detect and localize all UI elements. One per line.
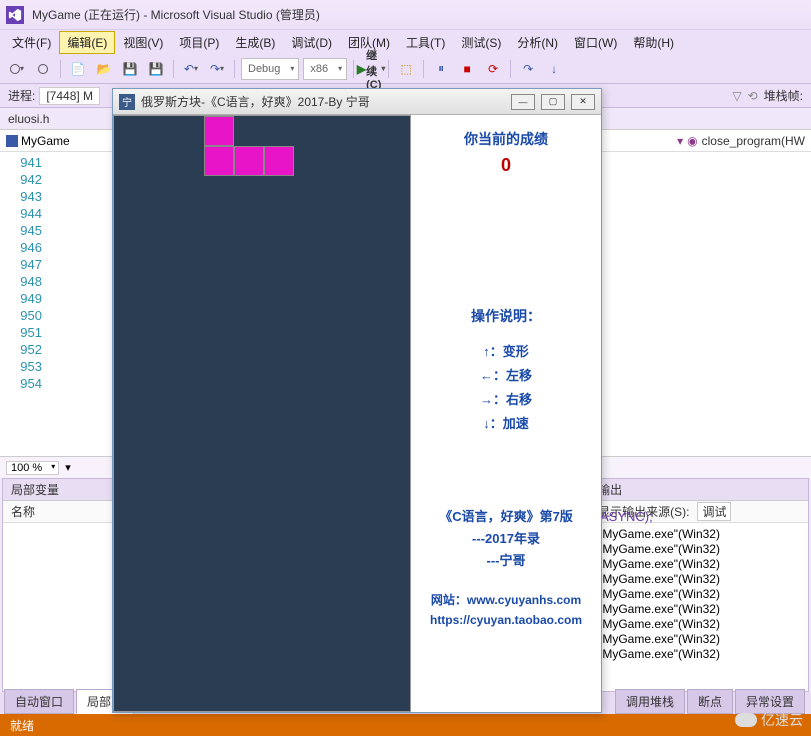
menu-file[interactable]: 文件(F) (4, 31, 59, 54)
nav-back-button[interactable]: ▾ (6, 58, 28, 80)
undo-button[interactable]: ↶▾ (180, 58, 202, 80)
minimize-button[interactable]: — (511, 94, 535, 110)
continue-label: 继续(C) (366, 47, 381, 91)
config-dropdown[interactable]: Debug (241, 58, 299, 80)
site-url-1: www.cyuyanhs.com (467, 593, 581, 607)
project-icon (6, 135, 18, 147)
watermark: 亿速云 (735, 710, 803, 730)
game-titlebar[interactable]: 宁 俄罗斯方块-《C语言，好爽》2017-By 宁哥 — ▢ ✕ (113, 89, 601, 115)
ops-title: 操作说明： (421, 306, 591, 326)
symbol-icon: ◉ (687, 134, 697, 148)
op-down: ↓：加速 (421, 412, 591, 436)
game-icon: 宁 (119, 94, 135, 110)
menu-tools[interactable]: 工具(T) (398, 31, 453, 54)
tetris-block (264, 146, 294, 176)
stackframe-label: 堆栈帧: (764, 87, 803, 104)
tetris-block (204, 146, 234, 176)
process-label: 进程: (8, 87, 35, 104)
continue-button[interactable]: ▶ 继续(C) ▾ (360, 58, 382, 80)
project-name: MyGame (21, 134, 70, 148)
output-source-dropdown[interactable]: 调试 (697, 502, 731, 521)
step-over-button[interactable]: ↷ (517, 58, 539, 80)
stop-button[interactable]: ■ (456, 58, 478, 80)
save-all-button[interactable]: 💾 (145, 58, 167, 80)
tetris-play-area[interactable] (113, 115, 411, 712)
process-dropdown[interactable]: [7448] M (39, 87, 100, 105)
toolbar-sep (353, 60, 354, 78)
tab-callstack[interactable]: 调用堆栈 (615, 689, 685, 714)
book-title: 《C语言，好爽》第7版 (421, 506, 591, 528)
step-into-button[interactable]: ↓ (543, 58, 565, 80)
output-body[interactable]: "MyGame.exe"(Win32) "MyGame.exe"(Win32) … (590, 523, 808, 691)
output-panel-header: 输出 (590, 479, 808, 501)
menu-help[interactable]: 帮助(H) (625, 31, 682, 54)
toolbar-sep (234, 60, 235, 78)
project-scope-dropdown[interactable]: MyGame (6, 134, 70, 148)
line-number-gutter: 941942943 944945946 947948949 950951952 … (0, 152, 48, 456)
menu-window[interactable]: 窗口(W) (566, 31, 625, 54)
nav-fwd-button[interactable] (32, 58, 54, 80)
tab-auto[interactable]: 自动窗口 (4, 689, 74, 714)
restart-button[interactable]: ⟳ (482, 58, 504, 80)
vs-logo-icon (6, 6, 24, 24)
zoom-dropdown[interactable]: 100 % (6, 461, 59, 475)
window-titlebar: MyGame (正在运行) - Microsoft Visual Studio … (0, 0, 811, 30)
toolbar-sep (388, 60, 389, 78)
site-url-2: https://cyuyan.taobao.com (421, 610, 591, 630)
tetris-block (204, 116, 234, 146)
status-text: 就绪 (10, 717, 34, 734)
op-up: ↑：变形 (421, 340, 591, 364)
menu-debug[interactable]: 调试(D) (283, 31, 340, 54)
locals-title: 局部变量 (11, 481, 59, 498)
menu-test[interactable]: 测试(S) (453, 31, 509, 54)
site-label: 网站： (431, 593, 467, 607)
refresh-icon[interactable]: ⟲ (748, 89, 758, 103)
platform-dropdown[interactable]: x86 (303, 58, 347, 80)
window-title: MyGame (正在运行) - Microsoft Visual Studio … (32, 6, 320, 23)
menu-view[interactable]: 视图(V) (115, 31, 171, 54)
menu-project[interactable]: 项目(P) (171, 31, 227, 54)
cloud-icon (735, 713, 757, 727)
op-right: →：右移 (421, 388, 591, 412)
score-label: 你当前的成绩 (421, 129, 591, 149)
debug-tool-1[interactable]: ⬚ (395, 58, 417, 80)
watermark-text: 亿速云 (761, 710, 803, 730)
maximize-button[interactable]: ▢ (541, 94, 565, 110)
redo-button[interactable]: ↷▾ (206, 58, 228, 80)
close-button[interactable]: ✕ (571, 94, 595, 110)
pause-button[interactable]: ⏸ (430, 58, 452, 80)
circle-fwd-icon (38, 64, 48, 74)
game-body: 你当前的成绩 0 操作说明： ↑：变形 ←：左移 →：右移 ↓：加速 《C语言，… (113, 115, 601, 712)
book-author: ---宁哥 (421, 550, 591, 572)
new-project-button[interactable]: 📄 (67, 58, 89, 80)
menu-bar: 文件(F) 编辑(E) 视图(V) 项目(P) 生成(B) 调试(D) 团队(M… (0, 30, 811, 54)
status-bar: 就绪 (0, 714, 811, 736)
zoom-slider-icon[interactable]: ▾ (65, 461, 71, 474)
score-value: 0 (421, 155, 591, 176)
tetris-block (234, 146, 264, 176)
col-name[interactable]: 名称 (11, 503, 35, 520)
toolbar: ▾ 📄 📂 💾 💾 ↶▾ ↷▾ Debug x86 ▶ 继续(C) ▾ ⬚ ⏸ … (0, 54, 811, 84)
menu-edit[interactable]: 编辑(E) (59, 31, 115, 54)
toolbar-sep (60, 60, 61, 78)
ops-list: ↑：变形 ←：左移 →：右移 ↓：加速 (421, 340, 591, 436)
symbol-dropdown[interactable]: close_program(HW (702, 134, 805, 148)
toolbar-sep (173, 60, 174, 78)
open-button[interactable]: 📂 (93, 58, 115, 80)
circle-back-icon (10, 64, 20, 74)
save-button[interactable]: 💾 (119, 58, 141, 80)
book-info: 《C语言，好爽》第7版 ---2017年录 ---宁哥 (421, 506, 591, 572)
game-window: 宁 俄罗斯方块-《C语言，好爽》2017-By 宁哥 — ▢ ✕ 你当前的成绩 … (112, 88, 602, 713)
game-title: 俄罗斯方块-《C语言，好爽》2017-By 宁哥 (141, 93, 370, 110)
game-info-area: 你当前的成绩 0 操作说明： ↑：变形 ←：左移 →：右移 ↓：加速 《C语言，… (411, 115, 601, 712)
book-year: ---2017年录 (421, 528, 591, 550)
tab-breakpoints[interactable]: 断点 (687, 689, 733, 714)
site-info: 网站：www.cyuyanhs.com https://cyuyan.taoba… (421, 590, 591, 630)
menu-build[interactable]: 生成(B) (227, 31, 283, 54)
toolbar-sep (510, 60, 511, 78)
filter-icon[interactable]: ▽ (732, 89, 741, 103)
op-left: ←：左移 (421, 364, 591, 388)
toolbar-sep (423, 60, 424, 78)
menu-analyze[interactable]: 分析(N) (509, 31, 566, 54)
